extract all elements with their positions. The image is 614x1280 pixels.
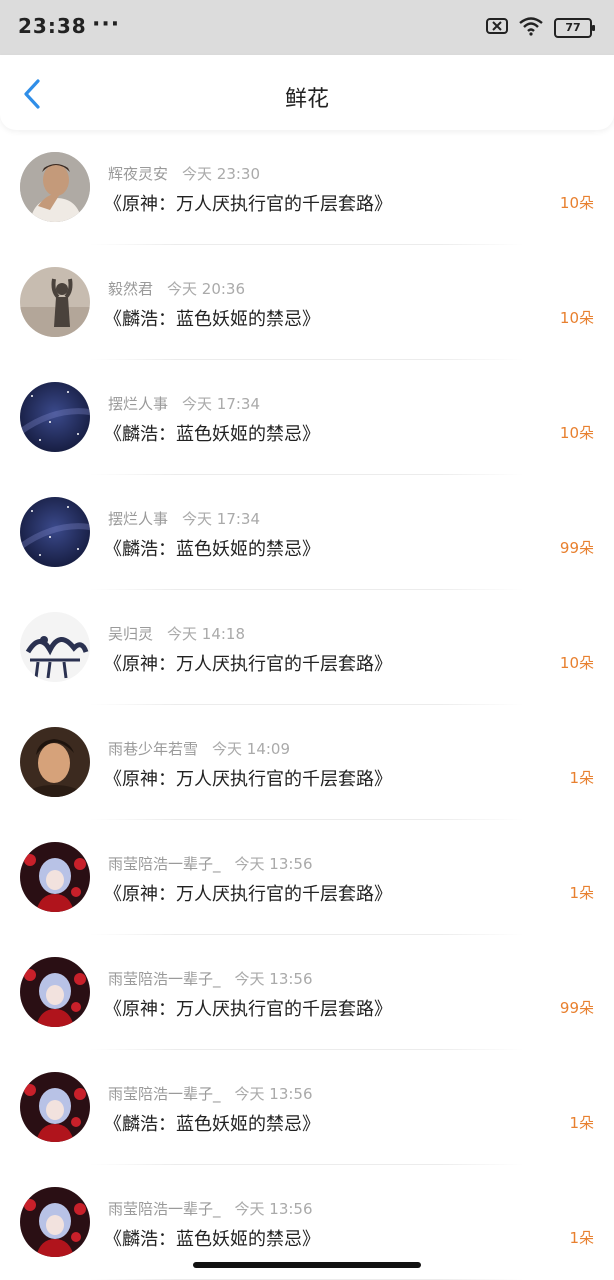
flower-count: 99朵 (559, 999, 594, 1017)
username: 摆烂人事 (108, 510, 169, 528)
username: 辉夜灵安 (108, 165, 169, 183)
username: 摆烂人事 (108, 395, 169, 413)
row-meta: 雨巷少年若雪 今天 14:09 (108, 738, 290, 759)
username: 雨莹陪浩一辈子_ (108, 855, 221, 873)
row-meta: 摆烂人事 今天 17:34 (108, 393, 260, 414)
username: 雨巷少年若雪 (108, 740, 199, 758)
list-item[interactable]: 雨巷少年若雪 今天 14:09 《原神：万人厌执行官的千层套路》 1朵 (0, 705, 614, 820)
book-title: 《麟浩：蓝色妖姬的禁忌》 (104, 1114, 320, 1135)
timestamp: 今天 17:34 (182, 395, 261, 413)
list-item[interactable]: 摆烂人事 今天 17:34 《麟浩：蓝色妖姬的禁忌》 99朵 (0, 475, 614, 590)
book-title: 《麟浩：蓝色妖姬的禁忌》 (104, 424, 320, 445)
avatar[interactable] (20, 152, 90, 222)
list-item[interactable]: 雨莹陪浩一辈子_ 今天 13:56 《原神：万人厌执行官的千层套路》 1朵 (0, 820, 614, 935)
book-title: 《原神：万人厌执行官的千层套路》 (104, 769, 392, 790)
book-title: 《麟浩：蓝色妖姬的禁忌》 (104, 539, 320, 560)
timestamp: 今天 13:56 (234, 970, 313, 988)
list-item[interactable]: 辉夜灵安 今天 23:30 《原神：万人厌执行官的千层套路》 10朵 (0, 130, 614, 245)
no-sim-icon (486, 18, 508, 38)
flower-count: 1朵 (569, 1229, 594, 1247)
status-icons: 77 (486, 16, 595, 40)
list-item[interactable]: 摆烂人事 今天 17:34 《麟浩：蓝色妖姬的禁忌》 10朵 (0, 360, 614, 475)
flower-count: 10朵 (559, 424, 594, 442)
row-meta: 雨莹陪浩一辈子_ 今天 13:56 (108, 1198, 313, 1219)
flower-count: 99朵 (559, 539, 594, 557)
avatar[interactable] (20, 1072, 90, 1142)
flower-count: 1朵 (569, 1114, 594, 1132)
username: 吴归灵 (108, 625, 154, 643)
avatar[interactable] (20, 382, 90, 452)
status-more-dots: ··· (92, 12, 121, 37)
book-title: 《原神：万人厌执行官的千层套路》 (104, 194, 392, 215)
row-meta: 毅然君 今天 20:36 (108, 278, 245, 299)
flower-count: 10朵 (559, 194, 594, 212)
row-meta: 雨莹陪浩一辈子_ 今天 13:56 (108, 1083, 313, 1104)
flower-count: 1朵 (569, 884, 594, 902)
timestamp: 今天 17:34 (182, 510, 261, 528)
book-title: 《原神：万人厌执行官的千层套路》 (104, 884, 392, 905)
list-item[interactable]: 雨莹陪浩一辈子_ 今天 13:56 《原神：万人厌执行官的千层套路》 99朵 (0, 935, 614, 1050)
home-indicator[interactable] (193, 1262, 421, 1268)
flower-count: 10朵 (559, 309, 594, 327)
username: 雨莹陪浩一辈子_ (108, 1085, 221, 1103)
wifi-icon (518, 16, 544, 40)
row-meta: 吴归灵 今天 14:18 (108, 623, 245, 644)
list-item[interactable]: 雨莹陪浩一辈子_ 今天 13:56 《麟浩：蓝色妖姬的禁忌》 1朵 (0, 1050, 614, 1165)
list-item[interactable]: 毅然君 今天 20:36 《麟浩：蓝色妖姬的禁忌》 10朵 (0, 245, 614, 360)
timestamp: 今天 13:56 (234, 1200, 313, 1218)
status-bar: 23:38 ··· 77 (0, 0, 614, 55)
row-meta: 辉夜灵安 今天 23:30 (108, 163, 260, 184)
avatar[interactable] (20, 957, 90, 1027)
username: 毅然君 (108, 280, 154, 298)
book-title: 《麟浩：蓝色妖姬的禁忌》 (104, 309, 320, 330)
avatar[interactable] (20, 1187, 90, 1257)
avatar[interactable] (20, 842, 90, 912)
timestamp: 今天 14:18 (167, 625, 246, 643)
username: 雨莹陪浩一辈子_ (108, 970, 221, 988)
flower-list: 辉夜灵安 今天 23:30 《原神：万人厌执行官的千层套路》 10朵 毅然君 今天 … (0, 130, 614, 1280)
avatar[interactable] (20, 612, 90, 682)
timestamp: 今天 20:36 (167, 280, 246, 298)
timestamp: 今天 23:30 (182, 165, 261, 183)
timestamp: 今天 14:09 (212, 740, 291, 758)
book-title: 《原神：万人厌执行官的千层套路》 (104, 999, 392, 1020)
page-title: 鲜花 (284, 87, 329, 112)
header: 鲜花 (0, 55, 614, 130)
row-meta: 雨莹陪浩一辈子_ 今天 13:56 (108, 968, 313, 989)
battery-icon: 77 (554, 18, 595, 38)
list-item[interactable]: 吴归灵 今天 14:18 《原神：万人厌执行官的千层套路》 10朵 (0, 590, 614, 705)
flower-count: 1朵 (569, 769, 594, 787)
row-meta: 雨莹陪浩一辈子_ 今天 13:56 (108, 853, 313, 874)
avatar[interactable] (20, 727, 90, 797)
avatar[interactable] (20, 497, 90, 567)
flower-count: 10朵 (559, 654, 594, 672)
avatar[interactable] (20, 267, 90, 337)
book-title: 《原神：万人厌执行官的千层套路》 (104, 654, 392, 675)
status-time: 23:38 (18, 14, 87, 38)
row-meta: 摆烂人事 今天 17:34 (108, 508, 260, 529)
timestamp: 今天 13:56 (234, 855, 313, 873)
timestamp: 今天 13:56 (234, 1085, 313, 1103)
username: 雨莹陪浩一辈子_ (108, 1200, 221, 1218)
book-title: 《麟浩：蓝色妖姬的禁忌》 (104, 1229, 320, 1250)
